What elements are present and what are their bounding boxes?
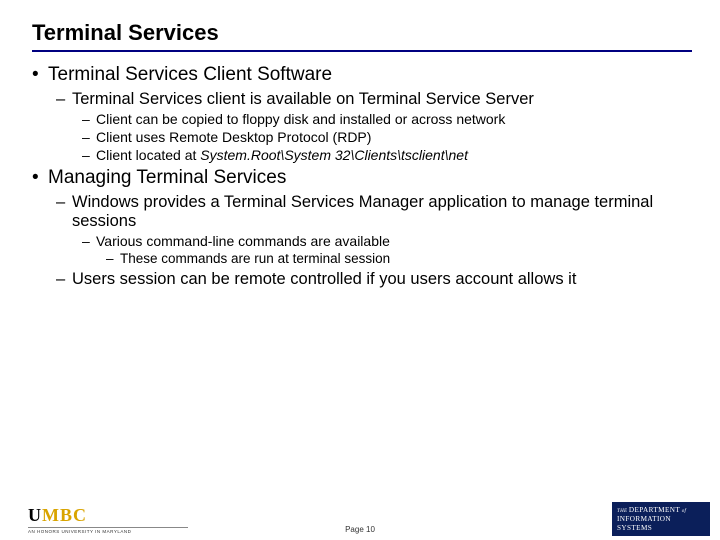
dept-line: SYSTEMS [617,524,652,532]
umbc-logo: UMBC AN HONORS UNIVERSITY IN MARYLAND [28,505,188,534]
dept-line: DEPARTMENT [629,506,680,514]
bullet-lvl3: Client located at System.Root\System 32\… [72,147,692,163]
bullet-lvl3: Client uses Remote Desktop Protocol (RDP… [72,129,692,145]
bullet-text: Client can be copied to floppy disk and … [96,111,505,127]
dept-of: of [682,509,687,514]
slide-title: Terminal Services [32,20,692,52]
bullet-text: Client uses Remote Desktop Protocol (RDP… [96,129,371,145]
bullet-text: Users session can be remote controlled i… [72,270,576,288]
bullet-text: Terminal Services Client Software [48,64,332,85]
bullet-lvl2: Terminal Services client is available on… [48,90,692,163]
bullet-lvl1: Terminal Services Client Software Termin… [30,64,692,163]
bullet-lvl2: Windows provides a Terminal Services Man… [48,193,692,266]
logo-mbc: MBC [42,505,87,525]
logo-text: UMBC [28,505,188,526]
bullet-list: Terminal Services Client Software Termin… [30,64,692,289]
bullet-text: Managing Terminal Services [48,167,286,188]
department-badge: THE DEPARTMENT of INFORMATION SYSTEMS [612,502,710,536]
bullet-lvl4: These commands are run at terminal sessi… [96,251,692,266]
slide: Terminal Services Terminal Services Clie… [0,0,720,540]
slide-content: Terminal Services Client Software Termin… [28,64,692,289]
bullet-text: These commands are run at terminal sessi… [120,251,390,266]
bullet-lvl2: Users session can be remote controlled i… [48,270,692,289]
dept-line: INFORMATION [617,515,671,523]
logo-subtitle: AN HONORS UNIVERSITY IN MARYLAND [28,529,188,534]
footer: UMBC AN HONORS UNIVERSITY IN MARYLAND Pa… [0,498,720,540]
dept-the: THE [617,509,627,514]
bullet-lvl3: Client can be copied to floppy disk and … [72,111,692,127]
file-path: System.Root\System 32\Clients\tsclient\n… [200,147,468,163]
bullet-text: Client located at [96,147,200,163]
page-number: Page 10 [345,525,375,534]
bullet-text: Terminal Services client is available on… [72,90,534,108]
logo-divider [28,527,188,528]
bullet-lvl1: Managing Terminal Services Windows provi… [30,167,692,289]
bullet-lvl3: Various command-line commands are availa… [72,233,692,266]
bullet-text: Various command-line commands are availa… [96,233,390,249]
logo-u: U [28,505,42,525]
bullet-text: Windows provides a Terminal Services Man… [72,193,653,230]
